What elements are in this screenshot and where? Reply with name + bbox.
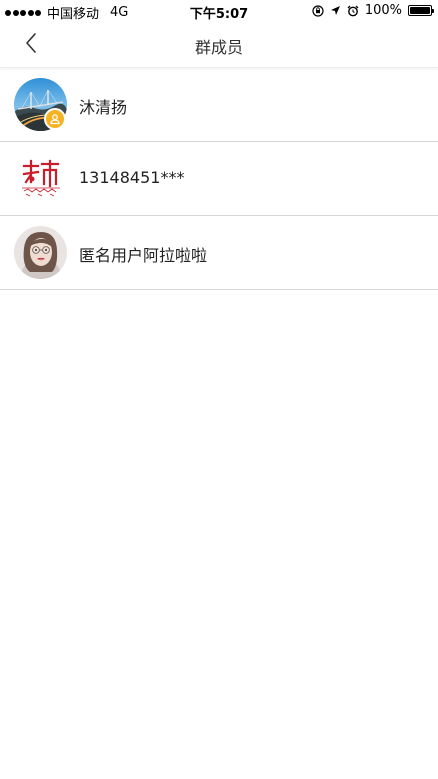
- member-name: 13148451***: [79, 168, 185, 187]
- group-owner-badge-icon: [44, 108, 66, 130]
- avatar[interactable]: [14, 226, 67, 279]
- page-title: 群成员: [194, 38, 243, 57]
- status-right: 100%: [312, 3, 434, 18]
- member-name: 沐清扬: [79, 98, 128, 117]
- battery-icon: [408, 5, 434, 16]
- status-bar: 中国移动 4G 下午5:07 100%: [0, 0, 438, 22]
- alarm-clock-icon: [347, 5, 359, 17]
- member-name: 匿名用户阿拉啦啦: [79, 246, 208, 265]
- avatar[interactable]: [14, 152, 67, 205]
- member-row[interactable]: 匿名用户阿拉啦啦: [0, 216, 438, 290]
- battery-fill: [410, 7, 430, 14]
- nav-bar: 群成员: [0, 22, 438, 68]
- member-list: 沐清扬 13148451*** 匿名用户阿拉啦啦: [0, 68, 438, 290]
- orientation-lock-icon: [312, 4, 324, 17]
- member-row[interactable]: 13148451***: [0, 142, 438, 216]
- member-row[interactable]: 沐清扬: [0, 68, 438, 142]
- location-arrow-icon: [330, 5, 341, 16]
- battery-percent: 100%: [364, 3, 402, 18]
